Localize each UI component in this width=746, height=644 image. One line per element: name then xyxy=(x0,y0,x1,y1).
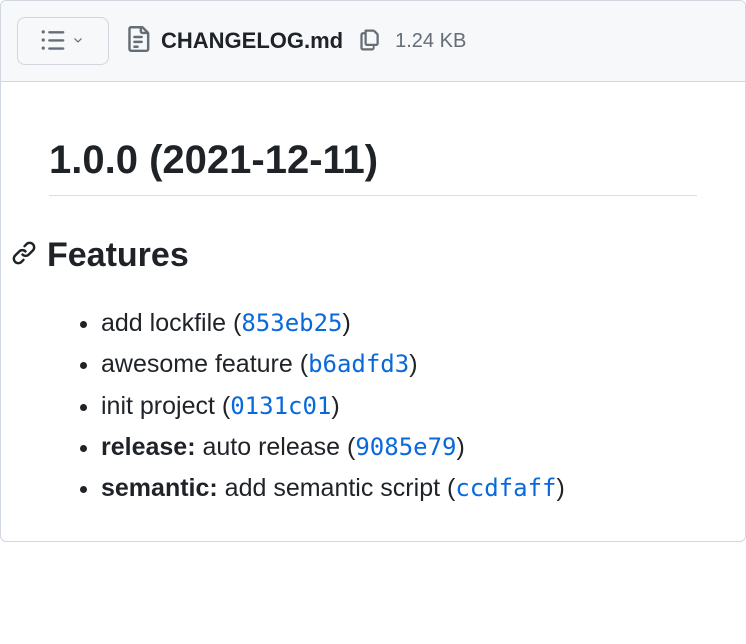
feature-prefix: release: xyxy=(101,433,202,461)
commit-link[interactable]: ccdfaff xyxy=(455,474,556,502)
filesize-label: 1.24 KB xyxy=(395,30,466,53)
version-heading: 1.0.0 (2021-12-11) xyxy=(49,138,697,196)
feature-text: add semantic script xyxy=(225,474,440,502)
file-view-container: CHANGELOG.md 1.24 KB 1.0.0 (2021-12-11) … xyxy=(0,0,746,542)
file-info: CHANGELOG.md 1.24 KB xyxy=(125,24,466,59)
file-icon xyxy=(125,26,151,57)
file-header: CHANGELOG.md 1.24 KB xyxy=(1,1,745,82)
filename-label: CHANGELOG.md xyxy=(161,28,343,54)
feature-prefix: semantic: xyxy=(101,474,225,502)
chevron-down-icon xyxy=(70,32,86,51)
markdown-content: 1.0.0 (2021-12-11) Features add lockfile… xyxy=(1,82,745,541)
feature-text: add lockfile xyxy=(101,309,226,337)
features-heading: Features xyxy=(11,236,697,275)
feature-list: add lockfile (853eb25) awesome feature (… xyxy=(49,303,697,509)
features-heading-text: Features xyxy=(47,236,189,275)
feature-text: awesome feature xyxy=(101,350,293,378)
feature-text: init project xyxy=(101,392,215,420)
commit-link[interactable]: 0131c01 xyxy=(230,392,331,420)
list-item: release: auto release (9085e79) xyxy=(101,427,697,468)
list-item: semantic: add semantic script (ccdfaff) xyxy=(101,468,697,509)
list-item: awesome feature (b6adfd3) xyxy=(101,344,697,385)
commit-link[interactable]: b6adfd3 xyxy=(308,350,409,378)
commit-link[interactable]: 853eb25 xyxy=(241,309,342,337)
commit-link[interactable]: 9085e79 xyxy=(355,433,456,461)
list-item: init project (0131c01) xyxy=(101,386,697,427)
link-icon[interactable] xyxy=(11,236,37,275)
clipboard-icon xyxy=(357,28,381,55)
list-icon xyxy=(40,27,66,56)
feature-text: auto release xyxy=(202,433,340,461)
copy-button[interactable] xyxy=(353,24,385,59)
toc-dropdown-button[interactable] xyxy=(17,17,109,65)
list-item: add lockfile (853eb25) xyxy=(101,303,697,344)
